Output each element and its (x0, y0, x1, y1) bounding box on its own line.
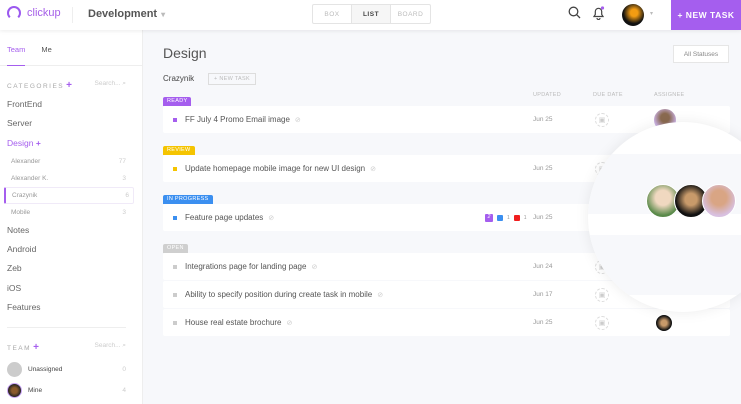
blue-tag-icon (497, 214, 503, 221)
team-header: TEAM + Search... ⌕ (7, 342, 126, 354)
list-item-selected[interactable]: Crazynik 6 (4, 186, 134, 204)
add-member-icon[interactable]: + (33, 342, 39, 353)
column-updated[interactable]: UPDATED (533, 92, 561, 98)
assignee-avatar[interactable] (702, 184, 736, 218)
view-switcher: BOX LIST BOARD (312, 4, 431, 24)
task-name[interactable]: Integrations page for landing page (185, 262, 306, 271)
status-dot-icon (173, 117, 177, 122)
task-updated: Jun 25 (533, 214, 553, 221)
sidebar: Team Me CATEGORIES + Search... ⌕ FrontEnd S… (0, 30, 143, 404)
attachment-icon: ⊘ (294, 116, 301, 124)
tab-team[interactable]: Team (7, 45, 26, 66)
view-box[interactable]: BOX (313, 5, 352, 23)
task-updated: Jun 25 (533, 319, 553, 326)
calendar-icon[interactable]: ▣ (595, 315, 609, 330)
add-list-icon[interactable]: + (36, 138, 41, 148)
all-statuses-filter[interactable]: All Statuses (673, 45, 729, 63)
attachment-icon: ⊘ (286, 319, 293, 327)
top-bar: clickup Development ▾ BOX LIST BOARD ▾ + … (0, 0, 741, 30)
avatar (7, 383, 22, 399)
magnifier-overlay (588, 122, 741, 312)
category-zeb[interactable]: Zeb (0, 259, 142, 278)
status-dot-icon (173, 264, 177, 269)
task-name[interactable]: Ability to specify position during creat… (185, 290, 372, 299)
chevron-down-icon[interactable]: ▾ (650, 10, 653, 17)
attachment-icon: ⊘ (370, 165, 376, 173)
category-search[interactable]: Search... ⌕ (95, 80, 126, 91)
list-item[interactable]: Alexander 77 (0, 153, 142, 170)
task-updated: Jun 25 (533, 116, 553, 123)
calendar-icon[interactable]: ▣ (595, 112, 609, 127)
list-name: Crazynik (163, 74, 195, 83)
status-dot-icon (173, 320, 177, 325)
chevron-down-icon: ▾ (161, 10, 166, 19)
tab-me[interactable]: Me (41, 45, 51, 65)
workspace-dropdown[interactable]: Development ▾ (88, 8, 165, 20)
category-notes[interactable]: Notes (0, 221, 142, 240)
clickup-logo-icon (7, 6, 21, 20)
status-dot-icon (173, 166, 177, 171)
search-icon: ⌕ (122, 80, 126, 87)
list-item[interactable]: Alexander K. 3 (0, 170, 142, 187)
user-avatar[interactable] (622, 4, 644, 26)
task-row[interactable]: House real estate brochure ⊘ Jun 25 ▣ (163, 309, 730, 336)
task-updated: Jun 24 (533, 263, 553, 270)
task-name[interactable]: Feature page updates (185, 213, 263, 222)
add-category-icon[interactable]: + (66, 80, 72, 91)
new-task-inline-button[interactable]: + NEW TASK (208, 73, 256, 85)
categories-header: CATEGORIES + Search... ⌕ (7, 80, 126, 91)
new-task-button[interactable]: + NEW TASK (671, 0, 741, 30)
status-dot-icon (173, 292, 177, 297)
page-title: Design (163, 45, 207, 61)
team-search[interactable]: Search... ⌕ (95, 342, 126, 353)
search-icon: ⌕ (122, 342, 126, 350)
member-mine[interactable]: Mine 4 (0, 380, 142, 401)
task-name[interactable]: House real estate brochure (185, 318, 282, 327)
category-frontend[interactable]: FrontEnd (0, 95, 142, 114)
assignee-avatar[interactable] (655, 314, 673, 332)
divider (7, 327, 126, 329)
category-ios[interactable]: iOS (0, 279, 142, 298)
category-features[interactable]: Features (0, 298, 142, 317)
status-dot-icon (173, 215, 177, 220)
status-label: IN PROGRESS (163, 195, 213, 204)
attachment-icon: ⊘ (377, 291, 384, 299)
column-assignee[interactable]: ASSIGNEE (654, 92, 685, 98)
column-due-date[interactable]: DUE DATE (593, 92, 623, 98)
category-design[interactable]: Design + (0, 134, 142, 153)
member-unassigned[interactable]: Unassigned 0 (0, 359, 142, 380)
attachment-icon: ⊘ (268, 214, 275, 222)
view-board[interactable]: BOARD (391, 5, 430, 23)
task-name[interactable]: Update homepage mobile image for new UI … (185, 164, 365, 173)
status-label: OPEN (163, 244, 188, 253)
task-updated: Jun 17 (533, 291, 553, 298)
divider (72, 7, 73, 23)
category-server[interactable]: Server (0, 114, 142, 133)
category-android[interactable]: Android (0, 240, 142, 259)
task-updated: Jun 25 (533, 165, 553, 172)
status-label: REVIEW (163, 146, 195, 155)
clickup-logo[interactable]: clickup (7, 6, 61, 20)
search-icon[interactable] (568, 6, 581, 22)
task-name[interactable]: FF July 4 Promo Email image (185, 115, 290, 124)
subtask-count-badge[interactable]: 2 (485, 213, 493, 222)
avatar (7, 362, 22, 378)
list-item[interactable]: Mobile 3 (0, 204, 142, 221)
view-list[interactable]: LIST (352, 5, 391, 23)
bell-icon[interactable] (592, 6, 605, 23)
attachment-icon: ⊘ (311, 263, 318, 271)
red-tag-icon (513, 214, 520, 221)
status-label: READY (163, 97, 192, 106)
task-badges: 211 (485, 213, 527, 222)
